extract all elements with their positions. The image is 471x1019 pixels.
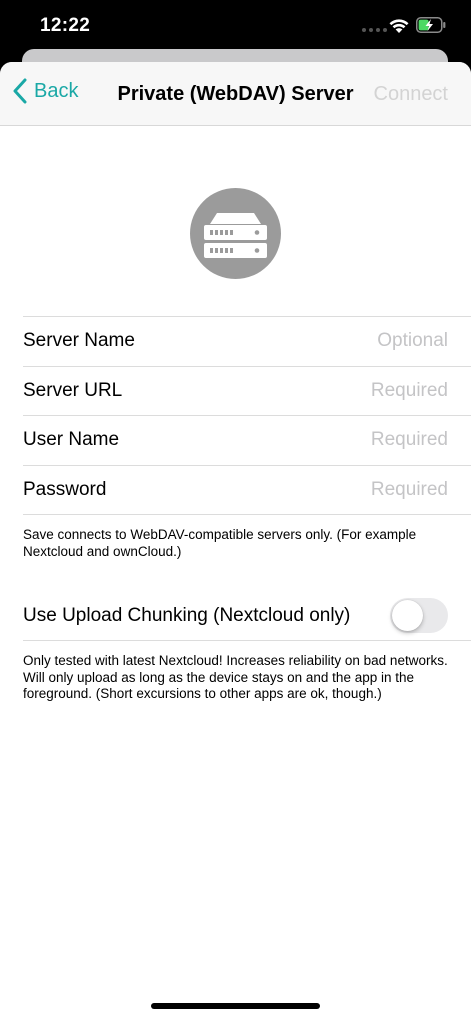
- server-name-label: Server Name: [23, 330, 135, 352]
- server-url-label: Server URL: [23, 379, 123, 401]
- upload-chunking-label: Use Upload Chunking (Nextcloud only): [23, 604, 351, 626]
- modal-sheet: Back Private (WebDAV) Server Connect Ser…: [0, 62, 471, 1019]
- cellular-signal-icon: [362, 28, 387, 32]
- server-url-input[interactable]: [248, 379, 448, 402]
- toggle-knob: [392, 600, 423, 631]
- connect-button[interactable]: Connect: [374, 83, 449, 106]
- wifi-icon: [389, 19, 409, 33]
- server-form: Server Name Server URL User Name Passwor…: [23, 316, 471, 515]
- user-name-row: User Name: [23, 416, 471, 466]
- password-input[interactable]: [248, 478, 448, 501]
- navigation-bar: Back Private (WebDAV) Server Connect: [0, 62, 471, 126]
- server-url-row: Server URL: [23, 367, 471, 416]
- home-indicator[interactable]: [151, 1003, 320, 1009]
- server-name-row: Server Name: [23, 317, 471, 367]
- status-bar: 12:22: [0, 0, 471, 50]
- server-icon: [190, 188, 281, 279]
- server-footnote: Save connects to WebDAV-compatible serve…: [23, 527, 417, 559]
- chunking-footnote: Only tested with latest Nextcloud! Incre…: [23, 653, 448, 701]
- battery-charging-icon: [416, 17, 446, 33]
- server-name-input[interactable]: [248, 330, 448, 353]
- password-row: Password: [23, 466, 471, 515]
- status-time: 12:22: [40, 15, 91, 36]
- upload-chunking-row: Use Upload Chunking (Nextcloud only): [23, 591, 471, 641]
- user-name-label: User Name: [23, 429, 120, 451]
- upload-chunking-toggle[interactable]: [390, 598, 448, 633]
- password-label: Password: [23, 478, 107, 500]
- user-name-input[interactable]: [248, 429, 448, 452]
